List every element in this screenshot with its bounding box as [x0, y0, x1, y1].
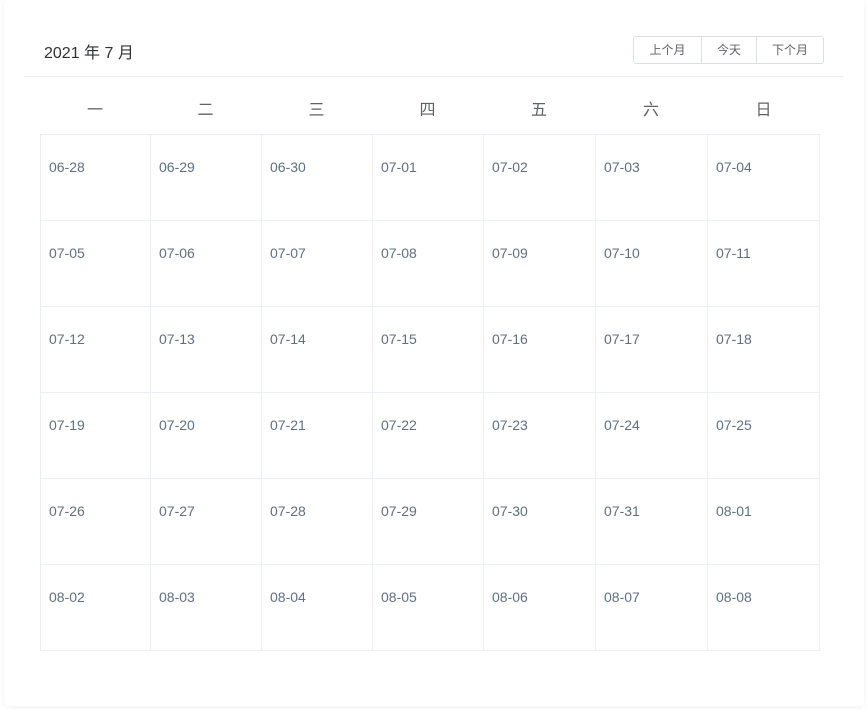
calendar-day-cell[interactable]: 07-13 — [151, 307, 262, 393]
calendar-day-cell[interactable]: 07-04 — [708, 135, 820, 221]
calendar-day-cell[interactable]: 07-05 — [41, 221, 151, 307]
weekday-label: 六 — [642, 100, 659, 119]
calendar-day-cell[interactable]: 07-18 — [708, 307, 820, 393]
today-button[interactable]: 今天 — [701, 37, 756, 63]
weekday-label: 三 — [308, 100, 325, 119]
calendar-day-cell[interactable]: 07-22 — [373, 393, 484, 479]
calendar-day-cell[interactable]: 07-14 — [262, 307, 373, 393]
calendar-day-cell[interactable]: 07-02 — [484, 135, 596, 221]
calendar-day-cell[interactable]: 07-28 — [262, 479, 373, 565]
calendar-day-cell[interactable]: 08-07 — [596, 565, 708, 651]
calendar-day-cell[interactable]: 08-02 — [41, 565, 151, 651]
calendar-day-cell[interactable]: 06-30 — [262, 135, 373, 221]
weekday-label: 一 — [86, 100, 103, 119]
weekday-header-row: 一 二 三 四 五 六 日 — [40, 88, 820, 134]
calendar-header: 2021 年 7 月 上个月 今天 下个月 — [24, 20, 844, 77]
calendar-day-cell[interactable]: 07-31 — [596, 479, 708, 565]
calendar-day-cell[interactable]: 07-26 — [41, 479, 151, 565]
calendar-day-cell[interactable]: 07-17 — [596, 307, 708, 393]
calendar-day-cell[interactable]: 07-15 — [373, 307, 484, 393]
calendar-day-cell[interactable]: 08-03 — [151, 565, 262, 651]
calendar-day-cell[interactable]: 08-05 — [373, 565, 484, 651]
calendar-day-cell[interactable]: 08-04 — [262, 565, 373, 651]
calendar-day-cell[interactable]: 07-07 — [262, 221, 373, 307]
calendar-title: 2021 年 7 月 — [44, 45, 134, 62]
calendar-day-cell[interactable]: 07-20 — [151, 393, 262, 479]
calendar-day-cell[interactable]: 07-24 — [596, 393, 708, 479]
calendar-day-cell[interactable]: 07-29 — [373, 479, 484, 565]
month-nav-button-group: 上个月 今天 下个月 — [633, 36, 824, 64]
calendar-day-cell[interactable]: 07-12 — [41, 307, 151, 393]
calendar-day-cell[interactable]: 06-28 — [41, 135, 151, 221]
calendar-day-cell[interactable]: 07-27 — [151, 479, 262, 565]
calendar-day-cell[interactable]: 08-06 — [484, 565, 596, 651]
calendar-day-cell[interactable]: 07-03 — [596, 135, 708, 221]
calendar-day-cell[interactable]: 07-08 — [373, 221, 484, 307]
calendar-day-cell[interactable]: 08-01 — [708, 479, 820, 565]
calendar-day-cell[interactable]: 07-10 — [596, 221, 708, 307]
calendar-day-cell[interactable]: 07-01 — [373, 135, 484, 221]
prev-month-button[interactable]: 上个月 — [634, 37, 701, 63]
calendar-day-cell[interactable]: 07-11 — [708, 221, 820, 307]
calendar-day-grid: 06-28 06-29 06-30 07-01 07-02 07-03 07-04 07-05… — [40, 134, 820, 651]
calendar-day-cell[interactable]: 06-29 — [151, 135, 262, 221]
weekday-label: 日 — [755, 100, 772, 119]
calendar-day-cell[interactable]: 07-21 — [262, 393, 373, 479]
weekday-label: 四 — [419, 100, 436, 119]
calendar-day-cell[interactable]: 07-09 — [484, 221, 596, 307]
calendar-day-cell[interactable]: 07-19 — [41, 393, 151, 479]
weekday-label: 五 — [530, 100, 547, 119]
weekday-label: 二 — [197, 100, 214, 119]
calendar-day-cell[interactable]: 07-06 — [151, 221, 262, 307]
calendar-day-cell[interactable]: 07-16 — [484, 307, 596, 393]
calendar-day-cell[interactable]: 07-25 — [708, 393, 820, 479]
calendar-day-cell[interactable]: 07-23 — [484, 393, 596, 479]
calendar-day-cell[interactable]: 07-30 — [484, 479, 596, 565]
calendar-day-cell[interactable]: 08-08 — [708, 565, 820, 651]
next-month-button[interactable]: 下个月 — [756, 37, 823, 63]
